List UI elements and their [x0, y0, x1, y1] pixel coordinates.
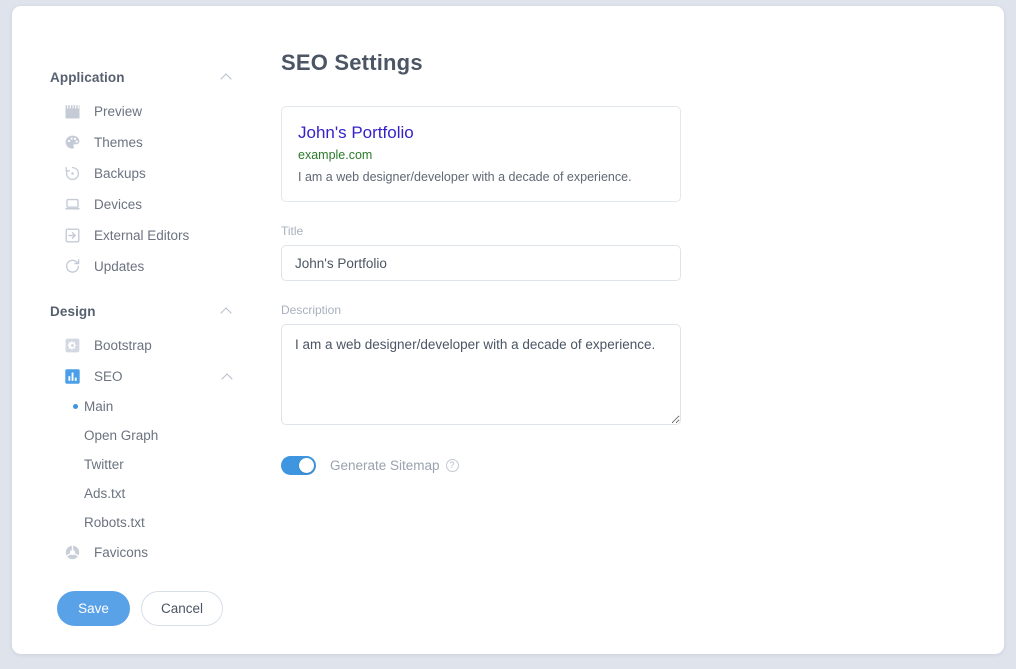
sitemap-toggle-row: Generate Sitemap ? [281, 456, 1004, 475]
generate-sitemap-label: Generate Sitemap [330, 458, 440, 473]
serp-preview-url: example.com [298, 147, 664, 163]
serp-preview-card: John's Portfolio example.com I am a web … [281, 106, 681, 202]
sidebar-item-devices[interactable]: Devices [12, 189, 256, 220]
sidebar-item-external-editors[interactable]: External Editors [12, 220, 256, 251]
sidebar-item-label: SEO [94, 369, 222, 384]
gear-square-icon [64, 337, 81, 354]
description-textarea[interactable]: I am a web designer/developer with a dec… [281, 324, 681, 425]
app-window: Application Preview Themes [12, 6, 1004, 654]
sidebar-item-favicons[interactable]: Favicons [12, 537, 256, 562]
sidebar-subitem-label: Ads.txt [84, 486, 125, 501]
question-circle-icon[interactable]: ? [446, 459, 459, 472]
sidebar-subitem-twitter[interactable]: Twitter [12, 450, 256, 479]
active-bullet-icon [73, 520, 78, 525]
title-field-group: Title [281, 224, 681, 281]
description-field-label: Description [281, 303, 681, 317]
chevron-up-icon[interactable] [222, 372, 232, 382]
sidebar-subitem-open-graph[interactable]: Open Graph [12, 421, 256, 450]
sidebar-subitem-ads-txt[interactable]: Ads.txt [12, 479, 256, 508]
sidebar-item-label: Updates [94, 259, 144, 274]
serp-preview-title: John's Portfolio [298, 122, 664, 143]
sidebar-item-backups[interactable]: Backups [12, 158, 256, 189]
active-bullet-icon [73, 433, 78, 438]
sidebar-section-design[interactable]: Design [12, 298, 256, 324]
sidebar-item-updates[interactable]: Updates [12, 251, 256, 282]
description-field-group: Description I am a web designer/develope… [281, 303, 681, 430]
sidebar-item-preview[interactable]: Preview [12, 96, 256, 127]
sidebar-item-label: Favicons [94, 545, 148, 560]
aperture-icon [64, 544, 81, 561]
sidebar-item-seo[interactable]: SEO [12, 361, 256, 392]
sidebar: Application Preview Themes [12, 6, 256, 562]
refresh-icon [64, 258, 81, 275]
sidebar-section-label: Application [50, 70, 125, 85]
serp-preview-description: I am a web designer/developer with a dec… [298, 169, 664, 186]
toggle-knob [299, 458, 314, 473]
sidebar-subitem-label: Open Graph [84, 428, 158, 443]
sidebar-item-label: Devices [94, 197, 142, 212]
sidebar-section-application[interactable]: Application [12, 64, 256, 90]
chevron-up-icon[interactable] [221, 72, 232, 83]
sidebar-item-label: External Editors [94, 228, 189, 243]
page-title: SEO Settings [281, 50, 1004, 76]
bar-chart-square-icon [64, 368, 81, 385]
sidebar-subitem-label: Main [84, 399, 113, 414]
active-bullet-icon [73, 462, 78, 467]
sidebar-subitem-main[interactable]: Main [12, 392, 256, 421]
sidebar-item-label: Bootstrap [94, 338, 152, 353]
restore-clock-icon [64, 165, 81, 182]
title-input[interactable] [281, 245, 681, 281]
sidebar-subitem-robots-txt[interactable]: Robots.txt [12, 508, 256, 537]
sidebar-item-themes[interactable]: Themes [12, 127, 256, 158]
sidebar-item-bootstrap[interactable]: Bootstrap [12, 330, 256, 361]
arrow-into-box-icon [64, 227, 81, 244]
sidebar-item-label: Preview [94, 104, 142, 119]
generate-sitemap-toggle[interactable] [281, 456, 316, 475]
laptop-icon [64, 196, 81, 213]
active-bullet-icon [73, 491, 78, 496]
cancel-button[interactable]: Cancel [141, 591, 223, 626]
clapperboard-icon [64, 103, 81, 120]
sidebar-subitem-label: Robots.txt [84, 515, 145, 530]
sidebar-subitem-label: Twitter [84, 457, 124, 472]
sidebar-item-label: Themes [94, 135, 143, 150]
save-button[interactable]: Save [57, 591, 130, 626]
form-actions: Save Cancel [12, 562, 256, 654]
chevron-up-icon[interactable] [221, 306, 232, 317]
main-content: SEO Settings John's Portfolio example.co… [256, 6, 1004, 654]
sidebar-section-label: Design [50, 304, 96, 319]
title-field-label: Title [281, 224, 681, 238]
palette-icon [64, 134, 81, 151]
active-bullet-icon [73, 404, 78, 409]
sidebar-item-label: Backups [94, 166, 146, 181]
